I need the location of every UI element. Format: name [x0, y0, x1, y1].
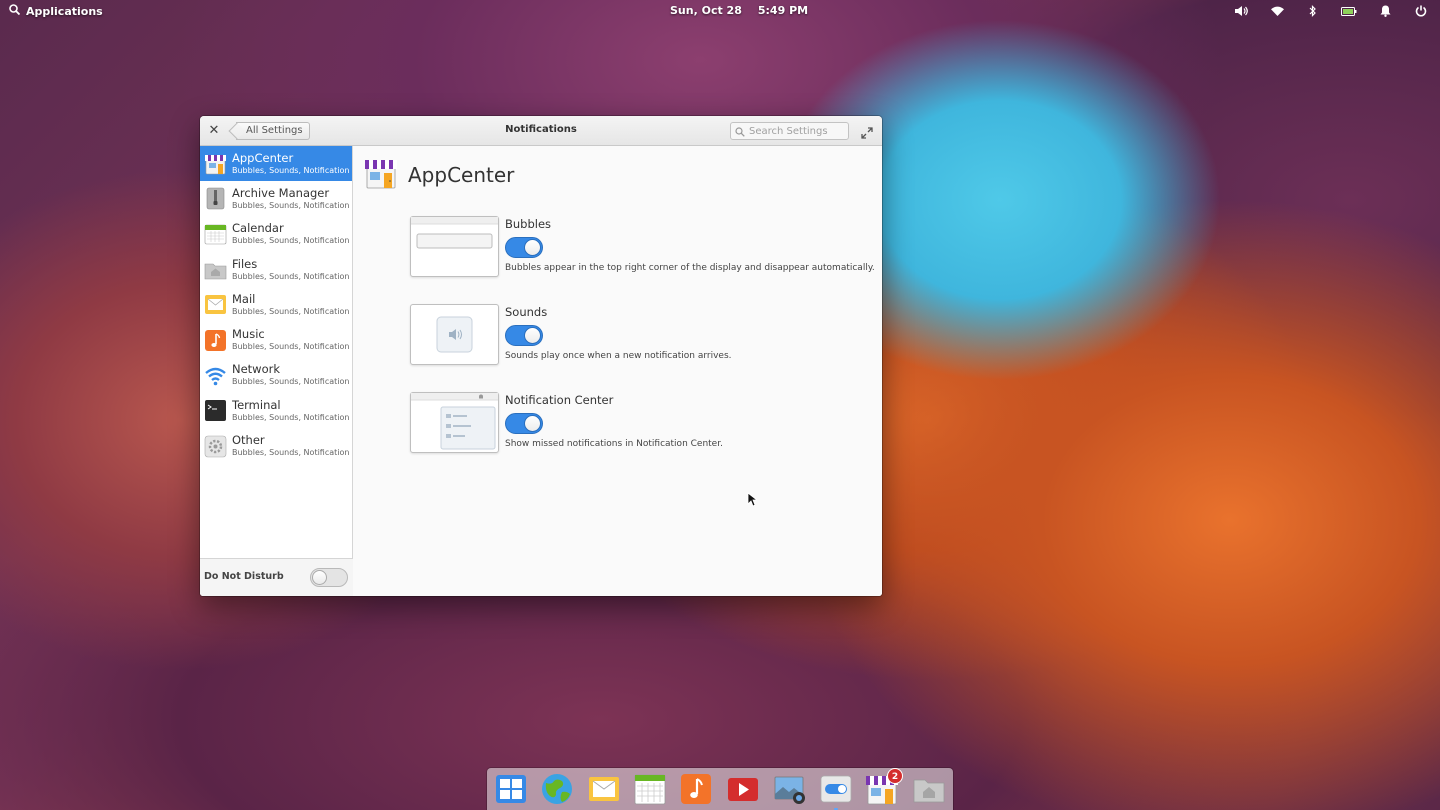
top-panel: Applications Sun, Oct 28 5:49 PM: [0, 0, 1440, 22]
calendar-icon[interactable]: [633, 772, 667, 806]
notification-center-preview-image: [410, 392, 499, 453]
update-count-badge: 2: [887, 768, 903, 784]
notifications-bell-icon[interactable]: [1376, 3, 1394, 19]
sidebar-item-sublabel: Bubbles, Sounds, Notification ...: [232, 306, 352, 316]
date-label: Sun, Oct 28: [670, 4, 742, 17]
system-settings-icon[interactable]: [819, 772, 853, 810]
titlebar: ✕ All Settings Notifications: [200, 116, 882, 146]
sidebar-item-archive-manager[interactable]: Archive Manager Bubbles, Sounds, Notific…: [200, 181, 352, 216]
applications-menu[interactable]: Applications: [9, 4, 103, 18]
bubbles-preview-image: [410, 216, 499, 277]
bubbles-setting: Bubbles Bubbles appear in the top right …: [410, 216, 875, 280]
sidebar-item-mail[interactable]: Mail Bubbles, Sounds, Notification ...: [200, 287, 352, 322]
app-title: AppCenter: [408, 163, 515, 187]
do-not-disturb-switch[interactable]: [310, 568, 348, 587]
app-list-sidebar: AppCenter Bubbles, Sounds, Notification …: [200, 146, 353, 596]
appcenter-icon[interactable]: 2: [865, 768, 903, 806]
setting-description: Show missed notifications in Notificatio…: [505, 439, 723, 449]
music-icon: [204, 329, 227, 352]
dock: 2: [487, 768, 953, 810]
do-not-disturb-row: Do Not Disturb: [200, 558, 353, 596]
appcenter-icon: [204, 152, 227, 175]
do-not-disturb-label: Do Not Disturb: [204, 571, 284, 582]
sidebar-item-sublabel: Bubbles, Sounds, Notification ...: [232, 165, 352, 175]
sidebar-item-label: Archive Manager: [232, 186, 330, 200]
date-time-indicator[interactable]: Sun, Oct 28 5:49 PM: [670, 4, 808, 17]
setting-description: Bubbles appear in the top right corner o…: [505, 263, 875, 273]
search-icon: [735, 122, 745, 141]
wifi-icon[interactable]: [1268, 3, 1286, 19]
settings-window: ✕ All Settings Notifications AppCenter B…: [200, 116, 882, 596]
photos-icon[interactable]: [773, 772, 807, 806]
setting-title: Sounds: [505, 305, 548, 319]
sidebar-item-label: Other: [232, 434, 265, 448]
sidebar-item-sublabel: Bubbles, Sounds, Notification ...: [232, 377, 352, 387]
sidebar-item-sublabel: Bubbles, Sounds, Notification ...: [232, 342, 352, 352]
sidebar-item-label: Terminal: [232, 398, 281, 412]
multitasking-view-icon[interactable]: [494, 772, 528, 806]
applications-label: Applications: [26, 4, 103, 18]
appcenter-icon: [364, 156, 398, 194]
switch-knob: [524, 327, 541, 344]
switch-knob: [524, 415, 541, 432]
mouse-cursor-icon: [747, 492, 759, 511]
time-label: 5:49 PM: [757, 4, 809, 17]
bubbles-switch[interactable]: [505, 237, 543, 258]
sidebar-item-label: AppCenter: [232, 151, 294, 165]
setting-description: Sounds play once when a new notification…: [505, 351, 732, 361]
sidebar-item-sublabel: Bubbles, Sounds, Notification ...: [232, 412, 352, 422]
search-icon: [9, 4, 21, 18]
volume-icon[interactable]: [1232, 3, 1250, 19]
archive-manager-icon: [204, 187, 227, 210]
terminal-icon: [204, 399, 227, 422]
sidebar-item-label: Network: [232, 363, 281, 377]
sidebar-item-terminal[interactable]: Terminal Bubbles, Sounds, Notification .…: [200, 393, 352, 428]
mail-icon: [204, 293, 227, 316]
notification-center-setting: Notification Center Show missed notifica…: [410, 392, 870, 456]
sidebar-item-files[interactable]: Files Bubbles, Sounds, Notification ...: [200, 252, 352, 287]
bluetooth-icon[interactable]: [1304, 3, 1322, 19]
sidebar-item-music[interactable]: Music Bubbles, Sounds, Notification ...: [200, 322, 352, 357]
files-icon: [204, 258, 227, 281]
sidebar-item-label: Mail: [232, 292, 256, 306]
sidebar-item-sublabel: Bubbles, Sounds, Notification ...: [232, 236, 352, 246]
sidebar-item-label: Music: [232, 328, 265, 342]
sidebar-item-sublabel: Bubbles, Sounds, Notification ...: [232, 448, 352, 458]
search-input[interactable]: [749, 125, 844, 137]
setting-title: Notification Center: [505, 393, 614, 407]
sidebar-item-label: Files: [232, 257, 258, 271]
network-icon: [204, 364, 227, 387]
web-browser-icon[interactable]: [540, 772, 574, 806]
calendar-icon: [204, 223, 227, 246]
sounds-switch[interactable]: [505, 325, 543, 346]
sounds-preview-image: [410, 304, 499, 365]
app-header: AppCenter: [364, 156, 514, 194]
sidebar-item-sublabel: Bubbles, Sounds, Notification ...: [232, 271, 352, 281]
sidebar-item-other[interactable]: Other Bubbles, Sounds, Notification ...: [200, 428, 352, 463]
power-icon[interactable]: [1412, 3, 1430, 19]
notification-center-switch[interactable]: [505, 413, 543, 434]
mail-icon[interactable]: [587, 772, 621, 806]
search-settings-field[interactable]: [730, 122, 849, 140]
setting-title: Bubbles: [505, 217, 552, 231]
music-icon[interactable]: [679, 772, 713, 806]
switch-knob: [312, 570, 327, 585]
files-icon[interactable]: [912, 772, 946, 806]
switch-knob: [524, 239, 541, 256]
indicator-area: [1232, 3, 1430, 19]
videos-icon[interactable]: [726, 772, 760, 806]
maximize-icon: [861, 124, 873, 143]
sidebar-item-label: Calendar: [232, 222, 284, 236]
sidebar-item-sublabel: Bubbles, Sounds, Notification ...: [232, 200, 352, 210]
battery-icon[interactable]: [1340, 3, 1358, 19]
sidebar-item-appcenter[interactable]: AppCenter Bubbles, Sounds, Notification …: [200, 146, 352, 182]
sounds-setting: Sounds Sounds play once when a new notif…: [410, 304, 870, 368]
sidebar-item-network[interactable]: Network Bubbles, Sounds, Notification ..…: [200, 358, 352, 393]
maximize-button[interactable]: [861, 124, 875, 139]
sidebar-item-calendar[interactable]: Calendar Bubbles, Sounds, Notification .…: [200, 217, 352, 252]
notification-settings-pane: AppCenter Bubbles Bubbles appear in the …: [354, 146, 882, 596]
other-icon: [204, 435, 227, 458]
